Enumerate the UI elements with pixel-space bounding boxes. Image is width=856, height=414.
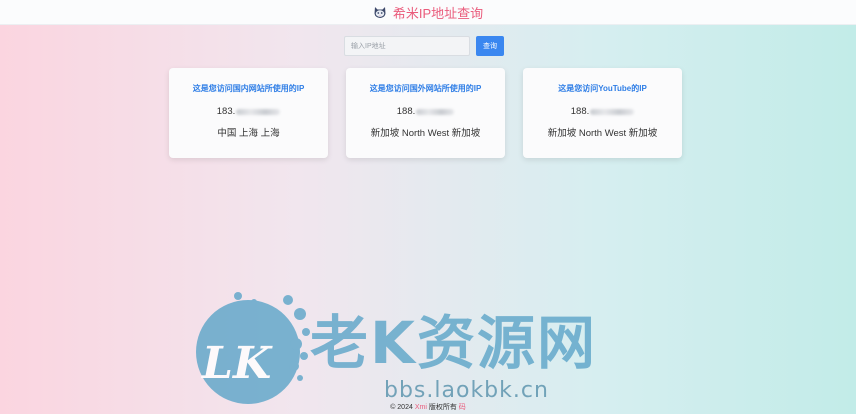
ip-visible-prefix: 188. [396,106,416,117]
footer-copyright: © 2024 [390,404,413,411]
ip-address: 183. [169,106,328,117]
lk-logo-text: LK [200,338,273,389]
ip-address: 188. [346,106,505,117]
card-title: 这是您访问YouTube的IP [558,84,647,93]
ip-visible-prefix: 183. [216,106,236,117]
app-title: 希米IP地址查询 [392,5,484,21]
app-header: 希米IP地址查询 [0,0,856,25]
domestic-ip-card: 这是您访问国内网站所使用的IP 183. 中国 上海 上海 [169,68,328,158]
ip-redacted-mask [590,108,635,115]
card-title: 这是您访问国外网站所使用的IP [369,84,482,93]
ip-search-input[interactable] [344,36,470,56]
watermark-brand-text: 老K资源网 [310,309,597,377]
watermark: LK 老K资源网 bbs.laokbk.cn [188,292,668,414]
footer: © 2024 Xmi 版权所有 码 [0,402,856,412]
footer-brand-link[interactable]: Xmi [415,404,427,411]
ip-location: 中国 上海 上海 [217,128,280,139]
card-title: 这是您访问国内网站所使用的IP [192,84,305,93]
footer-rights: 版权所有 [428,404,457,411]
foreign-ip-card: 这是您访问国外网站所使用的IP 188. 新加坡 North West 新加坡 [346,68,505,158]
footer-extra-link[interactable]: 码 [459,404,466,411]
ip-location: 新加坡 North West 新加坡 [547,128,658,139]
cat-logo-icon [373,5,387,19]
search-bar: 查询 [344,36,504,56]
query-button[interactable]: 查询 [476,36,504,56]
ip-address: 188. [523,106,682,117]
watermark-url: bbs.laokbk.cn [384,378,549,403]
ip-redacted-mask [416,108,455,115]
youtube-ip-card: 这是您访问YouTube的IP 188. 新加坡 North West 新加坡 [523,68,682,158]
ip-location: 新加坡 North West 新加坡 [370,128,481,139]
ip-redacted-mask [236,108,281,115]
ip-visible-prefix: 188. [570,106,590,117]
lk-logo-icon: LK [196,292,310,404]
